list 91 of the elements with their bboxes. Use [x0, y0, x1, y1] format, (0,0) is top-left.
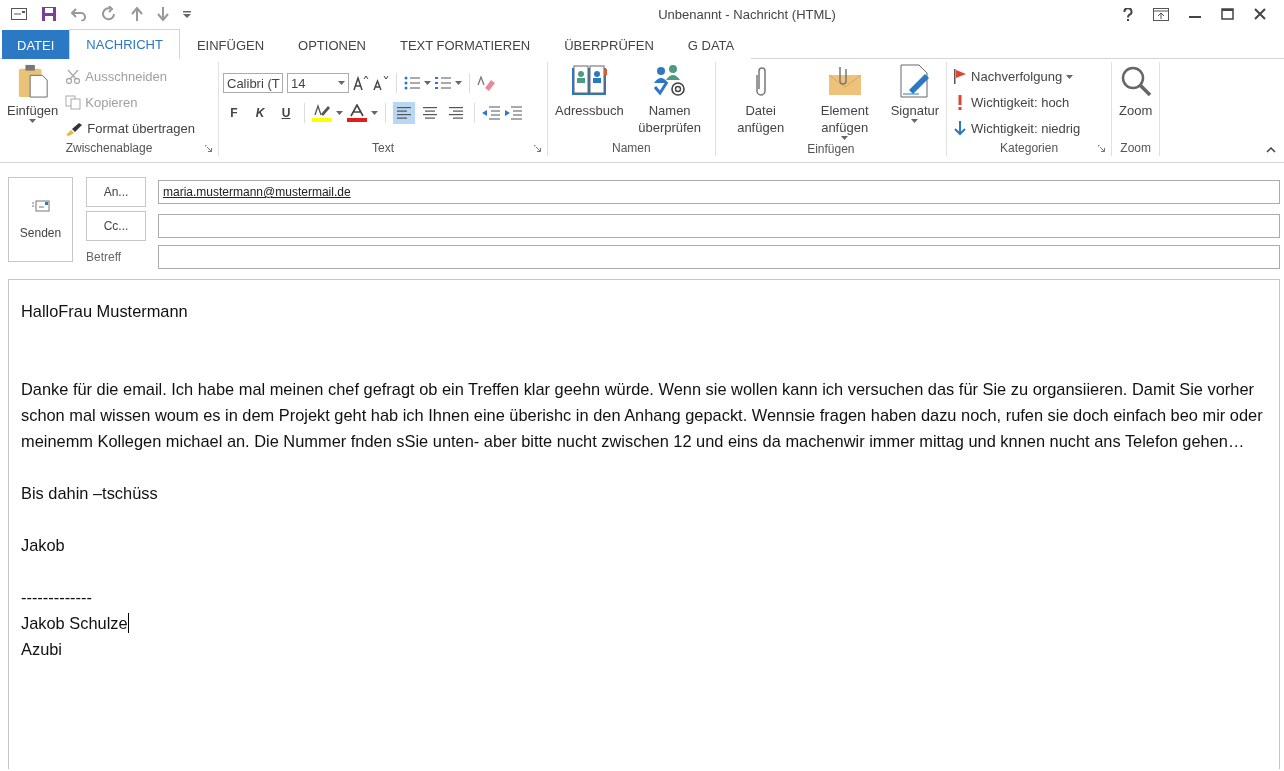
down-arrow-icon[interactable] — [157, 7, 169, 21]
low-importance-button[interactable]: Wichtigkeit: niedrig — [951, 117, 1083, 140]
attach-file-button[interactable]: Datei anfügen — [719, 62, 802, 138]
copy-icon — [65, 95, 82, 110]
ribbon-tab[interactable]: NACHRICHT — [69, 29, 180, 59]
increase-indent-icon[interactable] — [504, 106, 522, 120]
zoom-button[interactable]: Zoom — [1116, 62, 1156, 121]
clipboard-icon — [16, 64, 49, 98]
italic-button[interactable]: K — [249, 102, 271, 124]
envelope-clip-icon — [827, 64, 862, 98]
window-title: Unbenannt - Nachricht (HTML) — [657, 6, 837, 22]
check-names-icon — [651, 64, 688, 98]
font-dropdown[interactable]: Calibri (T — [223, 73, 283, 93]
high-importance-button[interactable]: Wichtigkeit: hoch — [951, 91, 1083, 114]
ribbon-display-icon[interactable] — [1153, 7, 1169, 21]
body-text: Jakob Schulze — [21, 614, 128, 632]
redo-icon[interactable] — [101, 6, 117, 22]
help-icon[interactable] — [1123, 7, 1133, 21]
down-arrow-icon — [953, 121, 968, 136]
body-text: Danke für die email. Ich habe mal meinen chef gefragt ob ein Treffen klar geehn würde. Wenn sie wollen kann ich versuchen das für Sie zu organsiieren. Damit Sie vorher schon mal wissen woum es in dem Projekt geht hab ich Ihnen eine überishc in den Anhang gepackt. Wennsie fragen haben dazu noch, rufen sie doch einfach beo mir oder meinemm Kollegen michael an. Die Nummer fnden sSie unten- aber bitte nucht zwischen 12 und eins da machenwir immer mittag und knnen nucht ans Telefon gehen… — [21, 380, 1263, 450]
signature-icon — [898, 64, 931, 98]
grow-font-icon[interactable] — [353, 75, 369, 91]
paste-button[interactable]: Einfügen — [4, 62, 62, 125]
cc-field[interactable] — [158, 214, 1280, 238]
check-names-button[interactable]: Namen überprüfen — [628, 62, 711, 138]
maximize-icon[interactable] — [1221, 8, 1234, 20]
numbered-list-icon[interactable] — [435, 76, 451, 90]
caret-icon — [338, 81, 345, 85]
signature-button[interactable]: Signatur — [887, 62, 943, 125]
body-text: ------------- — [21, 588, 92, 606]
group-label: Zoom — [1120, 141, 1152, 155]
subject-field[interactable] — [158, 245, 1280, 269]
body-text: HalloFrau Mustermann — [21, 302, 188, 320]
close-icon[interactable] — [1254, 8, 1266, 20]
shrink-font-icon[interactable] — [373, 75, 389, 91]
to-field[interactable]: maria.mustermann@mustermail.de — [158, 180, 1280, 204]
up-arrow-icon[interactable] — [131, 7, 143, 21]
caret-icon — [371, 111, 378, 115]
caret-icon — [911, 119, 919, 123]
body-text: Jakob — [21, 536, 65, 554]
address-book-button[interactable]: Adressbuch — [552, 62, 627, 121]
caret-icon — [455, 81, 462, 85]
clear-formatting-icon[interactable] — [477, 75, 495, 91]
group-label: Kategorien — [1000, 141, 1059, 155]
cc-button[interactable]: Cc... — [86, 211, 146, 241]
send-button[interactable]: Senden — [8, 177, 73, 262]
group-label: Text — [372, 141, 394, 155]
font-size-dropdown[interactable]: 14 — [287, 73, 349, 93]
bold-button[interactable]: F — [223, 102, 245, 124]
magnifier-icon — [1119, 64, 1152, 98]
address-book-icon — [571, 64, 608, 98]
align-left-icon — [397, 106, 411, 120]
dialog-launcher-icon[interactable] — [534, 145, 541, 152]
align-button[interactable] — [393, 102, 415, 124]
font-color-icon[interactable] — [347, 104, 367, 122]
flag-icon — [953, 69, 968, 84]
underline-button[interactable]: U — [275, 102, 297, 124]
paperclip-icon — [753, 64, 768, 98]
group-label: Einfügen — [807, 142, 855, 156]
customize-icon[interactable] — [183, 10, 191, 18]
caret-icon — [424, 81, 431, 85]
undo-icon[interactable] — [71, 7, 87, 21]
dialog-launcher-icon[interactable] — [205, 145, 212, 152]
collapse-ribbon-icon[interactable] — [1266, 147, 1276, 153]
envelope-icon[interactable] — [11, 8, 27, 20]
caret-icon — [29, 119, 37, 123]
brush-icon — [65, 121, 84, 136]
group-label: Namen — [612, 141, 651, 155]
group-label: Zwischenablage — [65, 141, 153, 155]
bullet-list-icon[interactable] — [404, 76, 420, 90]
save-icon[interactable] — [41, 6, 57, 22]
highlight-icon[interactable] — [312, 104, 332, 122]
body-text: Azubi — [21, 640, 62, 658]
dialog-launcher-icon[interactable] — [1098, 145, 1106, 152]
body-text: Bis dahin –tschüss — [21, 484, 158, 502]
follow-up-button[interactable]: Nachverfolgung — [951, 65, 1083, 88]
align-center-icon — [423, 106, 437, 120]
send-envelope-icon — [31, 199, 50, 212]
caret-icon — [336, 111, 343, 115]
caret-icon — [841, 136, 849, 140]
attach-item-button[interactable]: Element anfügen — [803, 62, 886, 142]
format-painter-button[interactable]: Format übertragen — [63, 117, 197, 140]
subject-label: Betreff — [86, 250, 123, 264]
to-button[interactable]: An... — [86, 177, 146, 207]
scissors-icon — [65, 69, 82, 84]
recipient-address[interactable]: maria.mustermann@mustermail.de — [163, 185, 351, 199]
file-tab[interactable]: DATEI — [2, 30, 70, 59]
decrease-indent-icon[interactable] — [482, 106, 500, 120]
caret-icon — [1066, 74, 1074, 79]
align-right-icon — [449, 106, 463, 120]
text-cursor — [127, 613, 129, 633]
